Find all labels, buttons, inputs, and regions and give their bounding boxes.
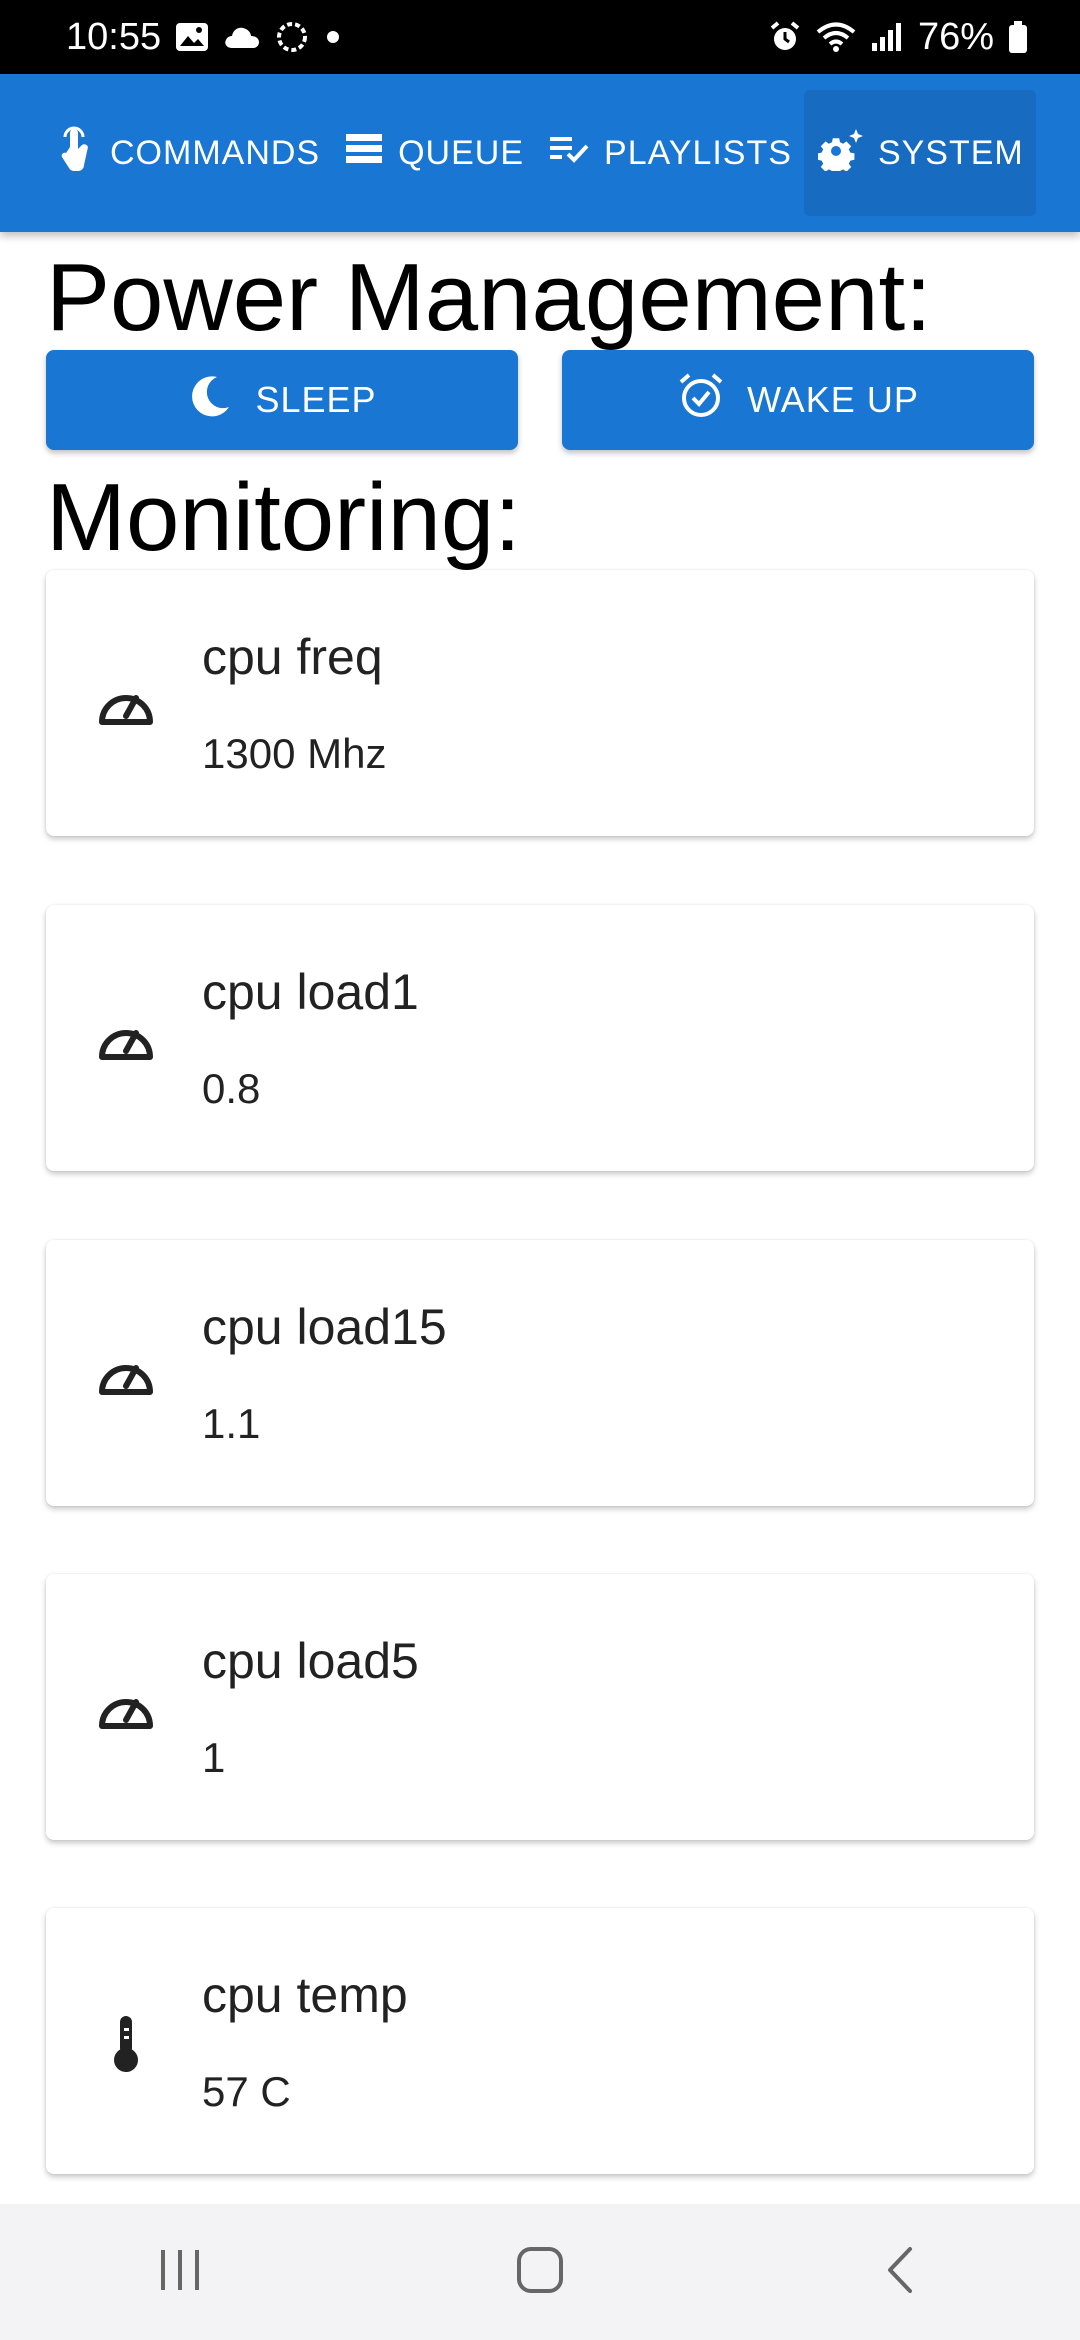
alarm-icon	[768, 20, 802, 54]
playlist-check-icon	[548, 134, 590, 173]
card-value: 1.1	[202, 1400, 261, 1447]
card-value: 0.8	[202, 1065, 261, 1112]
back-icon	[882, 2245, 918, 2300]
status-bar-left: 10:55	[66, 16, 343, 59]
monitoring-heading: Monitoring:	[46, 464, 521, 571]
wake-up-button[interactable]: WAKE UP	[562, 350, 1034, 450]
monitor-card-cpu-load1: cpu load1 0.8	[46, 905, 1034, 1171]
monitor-card-cpu-load5: cpu load5 1	[46, 1574, 1034, 1840]
card-title: cpu temp	[202, 1967, 408, 2023]
signal-app-icon	[275, 20, 309, 54]
wifi-icon	[816, 21, 856, 53]
tab-playlists[interactable]: PLAYLISTS	[536, 90, 804, 216]
card-title: cpu load1	[202, 964, 419, 1020]
tab-commands[interactable]: COMMANDS	[44, 90, 332, 216]
cell-signal-icon	[870, 21, 904, 53]
monitor-card-cpu-temp: cpu temp 57 C	[46, 1908, 1034, 2174]
tab-queue[interactable]: QUEUE	[332, 90, 536, 216]
card-title: cpu freq	[202, 629, 383, 685]
cloud-icon	[223, 24, 261, 50]
battery-icon	[1008, 20, 1028, 54]
gear-icon	[817, 127, 864, 180]
touch-icon	[56, 125, 96, 182]
speedometer-icon	[96, 1011, 156, 1071]
power-button-group: SLEEP WAKE UP	[46, 350, 1034, 450]
battery-percent: 76%	[917, 15, 994, 58]
tab-queue-label: QUEUE	[398, 133, 525, 172]
queue-icon	[344, 132, 384, 175]
tab-commands-label: COMMANDS	[110, 133, 321, 172]
back-button[interactable]	[840, 2232, 960, 2312]
thermometer-icon	[96, 2014, 156, 2074]
image-icon	[175, 22, 209, 52]
system-nav-bar	[0, 2204, 1080, 2340]
tab-system-label: SYSTEM	[877, 133, 1024, 172]
wake-up-button-label: WAKE UP	[747, 379, 919, 420]
card-title: cpu load15	[202, 1299, 447, 1355]
top-tab-bar: COMMANDS QUEUE PLAYLISTS SYSTEM	[0, 74, 1080, 232]
home-icon	[515, 2245, 565, 2300]
card-title: cpu load5	[202, 1633, 419, 1689]
status-time: 10:55	[66, 15, 162, 58]
speedometer-icon	[96, 676, 156, 736]
card-value: 1	[202, 1734, 226, 1781]
speedometer-icon	[96, 1680, 156, 1740]
dot-icon	[323, 27, 343, 47]
monitor-card-cpu-load15: cpu load15 1.1	[46, 1240, 1034, 1506]
status-bar: 10:55 76%	[0, 0, 1080, 74]
tab-system[interactable]: SYSTEM	[803, 90, 1036, 216]
sleep-button-label: SLEEP	[255, 379, 377, 420]
alarm-check-icon	[677, 372, 725, 429]
tab-playlists-label: PLAYLISTS	[604, 133, 792, 172]
power-management-heading: Power Management:	[46, 244, 932, 351]
home-button[interactable]	[480, 2232, 600, 2312]
recent-apps-icon	[155, 2248, 205, 2297]
sleep-button[interactable]: SLEEP	[46, 350, 518, 450]
monitor-card-cpu-freq: cpu freq 1300 Mhz	[46, 570, 1034, 836]
moon-icon	[187, 373, 233, 428]
card-value: 57 C	[202, 2068, 291, 2115]
recent-apps-button[interactable]	[120, 2232, 240, 2312]
status-bar-right: 76%	[768, 16, 1028, 59]
card-value: 1300 Mhz	[202, 730, 387, 777]
speedometer-icon	[96, 1346, 156, 1406]
